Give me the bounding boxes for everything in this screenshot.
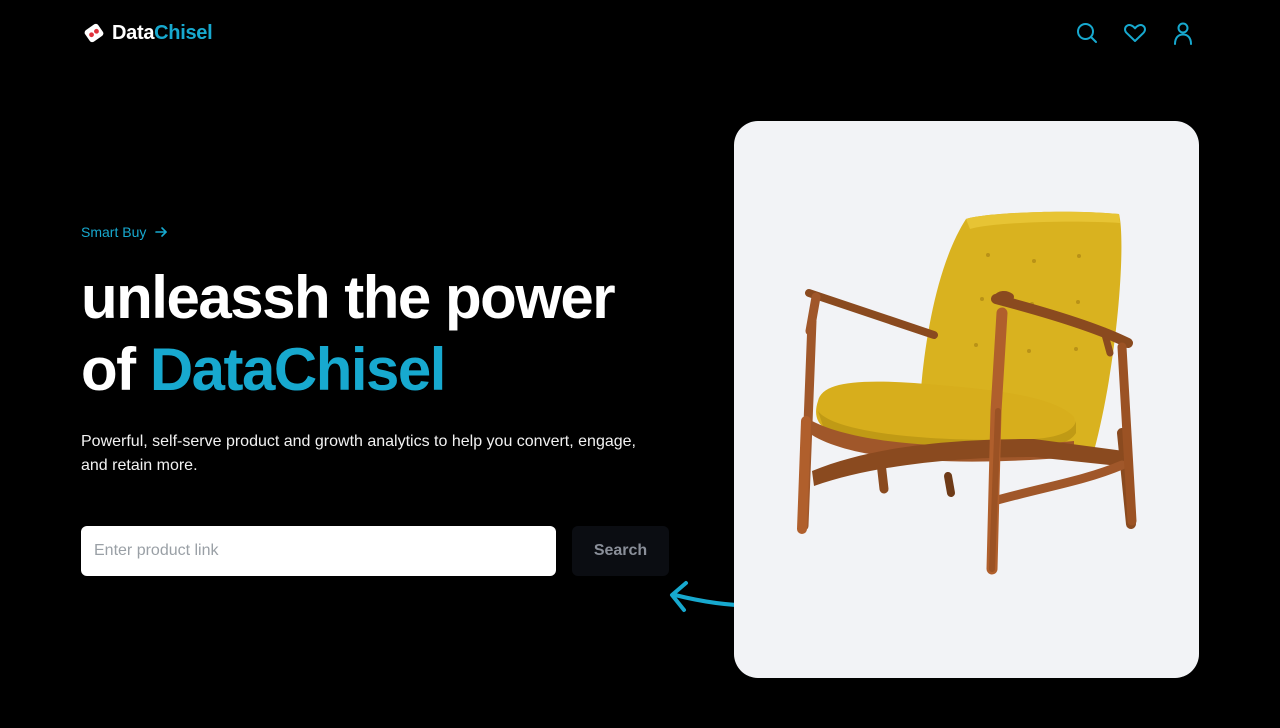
product-link-input[interactable] xyxy=(81,526,556,576)
smart-buy-label: Smart Buy xyxy=(81,224,147,240)
logo-text: DataChisel xyxy=(112,21,213,45)
hero-subtext: Powerful, self-serve product and growth … xyxy=(81,433,636,474)
arrow-right-icon xyxy=(155,227,168,237)
headline-line2-prefix: of xyxy=(81,336,150,403)
smart-buy-link[interactable]: Smart Buy xyxy=(81,224,168,240)
heart-icon[interactable] xyxy=(1122,20,1148,46)
hero-headline: unleassh the power of DataChisel xyxy=(81,262,701,406)
armchair-image xyxy=(797,211,1137,575)
logo-text-chisel: Chisel xyxy=(154,21,213,44)
logo-text-data: Data xyxy=(112,21,155,44)
logo-mark-icon xyxy=(84,23,104,43)
search-icon[interactable] xyxy=(1074,20,1100,46)
headline-brand: DataChisel xyxy=(149,336,447,403)
search-button[interactable]: Search xyxy=(572,526,669,576)
product-card xyxy=(734,121,1199,678)
headline-line1: unleassh the power xyxy=(81,264,616,331)
header-actions xyxy=(1074,20,1196,46)
logo[interactable]: DataChisel xyxy=(82,20,213,46)
user-icon[interactable] xyxy=(1170,20,1196,46)
